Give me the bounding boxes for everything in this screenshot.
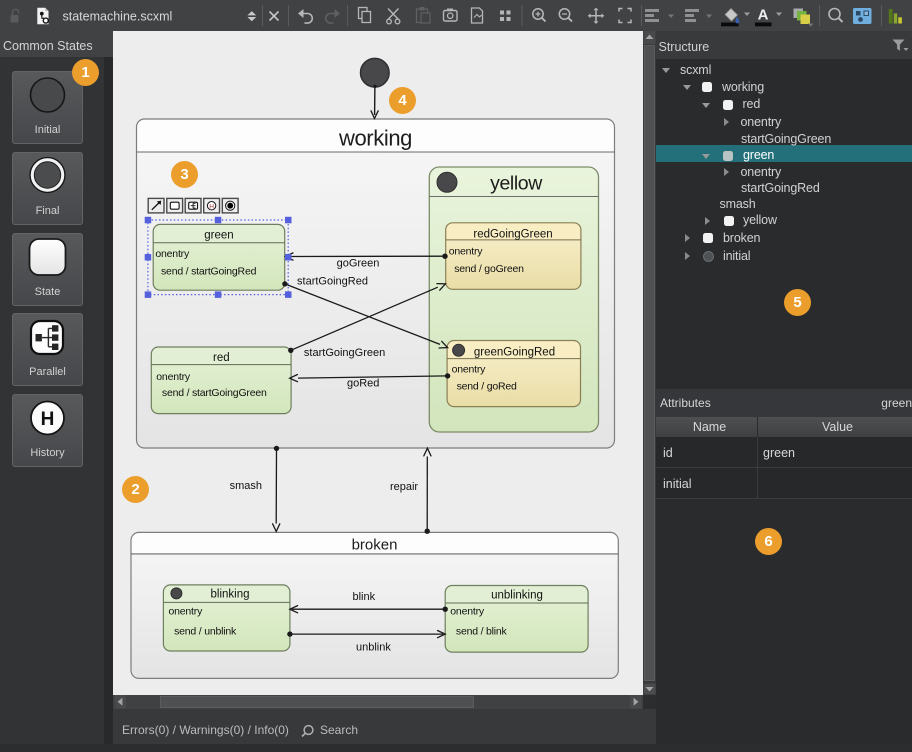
svg-text:A: A — [758, 7, 769, 24]
svg-text:statemachine.scxml: statemachine.scxml — [63, 10, 173, 24]
svg-text:H: H — [41, 409, 55, 430]
